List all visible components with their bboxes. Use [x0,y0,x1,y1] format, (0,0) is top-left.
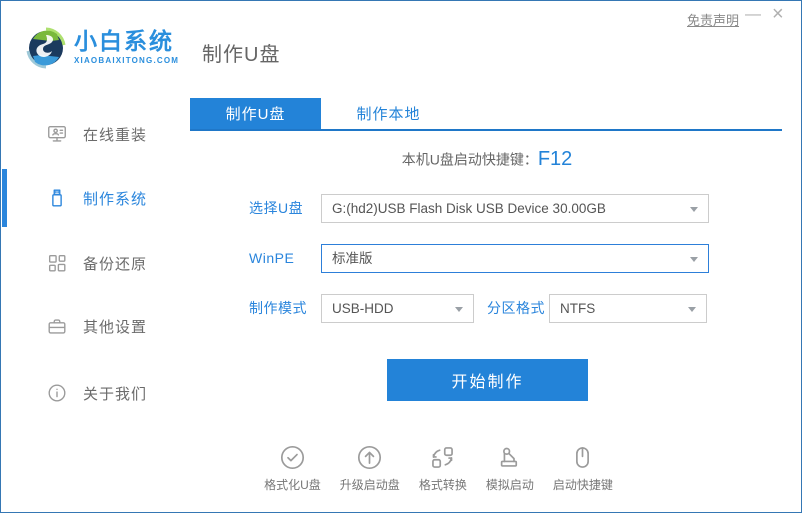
usb-make-system-icon [52,189,62,207]
sidebar-item-about-us[interactable]: 关于我们 [2,373,186,413]
partition-format-value: NTFS [560,301,596,316]
tool-simulate-boot[interactable]: 模拟启动 [486,444,534,493]
simulate-boot-icon [501,447,518,467]
logo-subtitle: XIAOBAIXITONG.COM [74,56,180,65]
tab-make-local[interactable]: 制作本地 [321,98,456,129]
online-reinstall-icon [48,125,66,142]
sidebar-item-label: 关于我们 [83,385,148,403]
chevron-down-icon [690,257,698,262]
tool-label: 启动快捷键 [552,478,613,492]
sidebar-item-label: 备份还原 [83,255,148,273]
usb-select-dropdown[interactable]: G:(hd2)USB Flash Disk USB Device 30.00GB [321,194,709,223]
sidebar-item-label: 在线重装 [83,126,148,144]
hotkey-value: F12 [537,148,573,170]
tool-label: 升级启动盘 [339,478,400,492]
footer-toolbar: 格式化U盘 升级启动盘 格式转换 模拟启动 启动快捷键 [143,444,734,493]
about-us-icon [48,384,66,402]
logo-text: 小白系统 XIAOBAIXITONG.COM [74,28,179,65]
tab-underline [190,129,782,131]
tool-upgrade-boot-disk[interactable]: 升级启动盘 [340,444,400,493]
tool-boot-hotkey[interactable]: 启动快捷键 [553,444,613,493]
winpe-dropdown[interactable]: 标准版 [321,244,709,273]
make-mode-dropdown[interactable]: USB-HDD [321,294,474,323]
tool-label: 模拟启动 [485,478,534,492]
format-convert-icon [432,447,454,468]
hotkey-label: 本机U盘启动快捷键： [401,151,538,168]
chevron-down-icon [688,307,696,312]
upgrade-boot-disk-icon [358,445,382,470]
chevron-down-icon [690,207,698,212]
sidebar-item-online-reinstall[interactable]: 在线重装 [2,114,186,154]
format-usb-icon [280,445,304,470]
app-logo-icon [26,27,66,69]
start-make-button[interactable]: 开始制作 [387,359,588,401]
disclaimer-link[interactable]: 免责声明 [687,10,739,29]
sidebar-item-label: 其他设置 [83,318,148,336]
partition-format-dropdown[interactable]: NTFS [549,294,707,323]
other-settings-icon [48,319,66,334]
tab-make-usb[interactable]: 制作U盘 [190,98,321,129]
sidebar-item-backup-restore[interactable]: 备份还原 [2,243,186,283]
boot-hotkey-line: 本机U盘启动快捷键：F12 [191,148,783,171]
sidebar-item-other-settings[interactable]: 其他设置 [2,306,186,346]
close-button[interactable]: × [772,3,784,25]
boot-hotkey-icon [576,447,590,468]
usb-select-label: 选择U盘 [249,200,304,216]
sidebar-item-make-system[interactable]: 制作系统 [2,178,186,218]
backup-restore-icon [48,254,66,272]
minimize-button[interactable]: — [745,5,761,25]
winpe-value: 标准版 [332,251,373,266]
tool-label: 格式化U盘 [264,478,321,492]
app-window: 小白系统 XIAOBAIXITONG.COM 制作U盘 免责声明 — × 在线重… [0,0,802,513]
make-mode-label: 制作模式 [249,300,307,316]
make-mode-value: USB-HDD [332,301,394,316]
usb-select-value: G:(hd2)USB Flash Disk USB Device 30.00GB [332,201,606,216]
sidebar-item-label: 制作系统 [83,190,148,208]
page-title: 制作U盘 [202,44,281,66]
tool-format-convert[interactable]: 格式转换 [419,444,467,493]
partition-format-label: 分区格式 [487,300,545,316]
winpe-label: WinPE [249,250,295,266]
logo-title: 小白系统 [74,28,174,54]
tool-format-usb[interactable]: 格式化U盘 [264,444,321,493]
tool-label: 格式转换 [418,478,467,492]
chevron-down-icon [455,307,463,312]
